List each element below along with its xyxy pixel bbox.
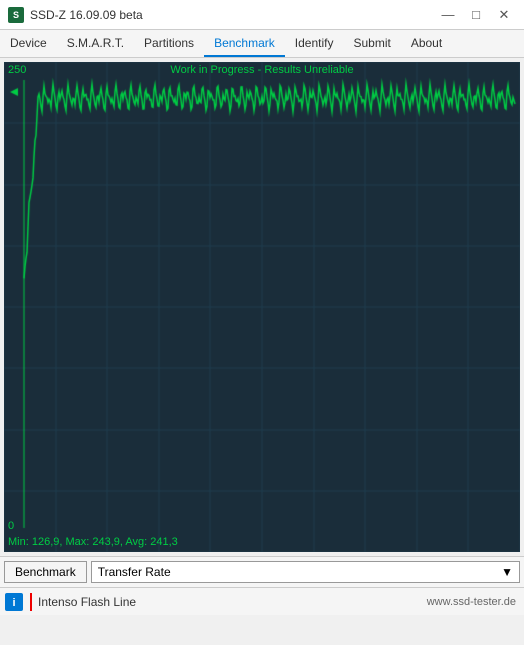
menu-item-benchmark[interactable]: Benchmark [204,30,285,57]
chart-area: 250 Work in Progress - Results Unreliabl… [4,62,520,552]
menu-item-about[interactable]: About [401,30,452,57]
window-controls: — □ ✕ [436,6,516,24]
menu-item-identify[interactable]: Identify [285,30,344,57]
chart-y-min-label: 0 [8,520,14,532]
svg-text:i: i [12,597,15,609]
statusbar-device-name: Intenso Flash Line [38,595,421,609]
minimize-button[interactable]: — [436,6,460,24]
menubar: Device S.M.A.R.T. Partitions Benchmark I… [0,30,524,58]
chart-container: 250 Work in Progress - Results Unreliabl… [4,62,520,552]
statusbar-divider [30,593,32,611]
app-icon: S [8,7,24,23]
close-button[interactable]: ✕ [492,6,516,24]
info-icon: i [5,593,23,611]
titlebar-title: SSD-Z 16.09.09 beta [30,8,143,22]
dropdown-arrow-icon: ▼ [501,565,513,579]
statusbar-icon: i [4,592,24,612]
maximize-button[interactable]: □ [464,6,488,24]
statusbar: i Intenso Flash Line www.ssd-tester.de [0,587,524,615]
menu-item-smart[interactable]: S.M.A.R.T. [57,30,134,57]
bottom-controls: Benchmark Transfer Rate ▼ [0,556,524,587]
statusbar-url: www.ssd-tester.de [427,596,520,608]
titlebar: S SSD-Z 16.09.09 beta — □ ✕ [0,0,524,30]
chart-stats-label: Min: 126,9, Max: 243,9, Avg: 241,3 [8,536,178,548]
menu-item-device[interactable]: Device [0,30,57,57]
menu-item-submit[interactable]: Submit [343,30,400,57]
titlebar-left: S SSD-Z 16.09.09 beta [8,7,143,23]
chart-status-label: Work in Progress - Results Unreliable [4,64,520,76]
menu-item-partitions[interactable]: Partitions [134,30,204,57]
benchmark-button[interactable]: Benchmark [4,561,87,583]
transfer-rate-label: Transfer Rate [98,565,171,579]
benchmark-canvas [4,62,520,552]
transfer-rate-dropdown[interactable]: Transfer Rate ▼ [91,561,520,583]
